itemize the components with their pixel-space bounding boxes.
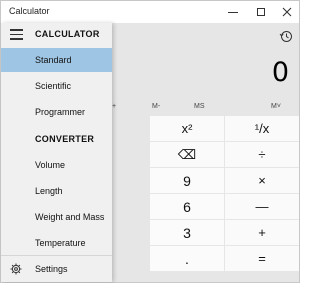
converter-section-header: CONVERTER xyxy=(35,134,95,144)
square-key[interactable]: x² xyxy=(150,116,224,141)
nav-item-settings[interactable]: Settings xyxy=(1,257,112,281)
maximize-button[interactable] xyxy=(247,1,275,23)
nav-item-weight-and-mass[interactable]: Weight and Mass xyxy=(1,205,112,229)
minimize-button[interactable] xyxy=(219,1,247,23)
title-bar: Calculator xyxy=(1,1,299,23)
add-key[interactable]: + xyxy=(225,220,299,245)
backspace-key[interactable]: ⌫ xyxy=(150,142,224,167)
nav-item-programmer[interactable]: Programmer xyxy=(1,100,112,124)
digit-9-key[interactable]: 9 xyxy=(150,168,224,193)
nav-item-temperature[interactable]: Temperature xyxy=(1,231,112,255)
hamburger-icon[interactable] xyxy=(10,29,23,40)
divide-key[interactable]: ÷ xyxy=(225,142,299,167)
window-title: Calculator xyxy=(9,6,50,16)
nav-item-volume[interactable]: Volume xyxy=(1,153,112,177)
digit-6-key[interactable]: 6 xyxy=(150,194,224,219)
calculator-section-header: CALCULATOR xyxy=(35,29,100,39)
memory-list-button[interactable]: M˅ xyxy=(271,103,281,110)
multiply-key[interactable]: × xyxy=(225,168,299,193)
nav-divider xyxy=(1,255,112,256)
equals-key[interactable]: = xyxy=(225,246,299,271)
close-button[interactable] xyxy=(273,1,301,23)
backspace-icon: ⌫ xyxy=(177,146,197,162)
navigation-flyout: CALCULATOR Standard Scientific Programme… xyxy=(1,23,112,282)
minimize-icon xyxy=(228,11,238,13)
nav-item-standard[interactable]: Standard xyxy=(1,48,112,72)
decimal-key[interactable]: . xyxy=(150,246,224,271)
calculator-window: Calculator 0 + M- MS M˅ / xyxy=(0,0,300,283)
memory-add-button[interactable]: + xyxy=(112,103,116,110)
close-icon xyxy=(282,7,292,17)
history-icon[interactable] xyxy=(279,29,293,43)
reciprocal-key[interactable]: ¹/x xyxy=(225,116,299,141)
nav-item-length[interactable]: Length xyxy=(1,179,112,203)
maximize-icon xyxy=(257,8,265,16)
digit-3-key[interactable]: 3 xyxy=(150,220,224,245)
subtract-key[interactable]: — xyxy=(225,194,299,219)
nav-item-scientific[interactable]: Scientific xyxy=(1,74,112,98)
memory-subtract-button[interactable]: M- xyxy=(152,103,160,110)
memory-store-button[interactable]: MS xyxy=(194,103,205,110)
display-result: 0 xyxy=(271,57,289,88)
